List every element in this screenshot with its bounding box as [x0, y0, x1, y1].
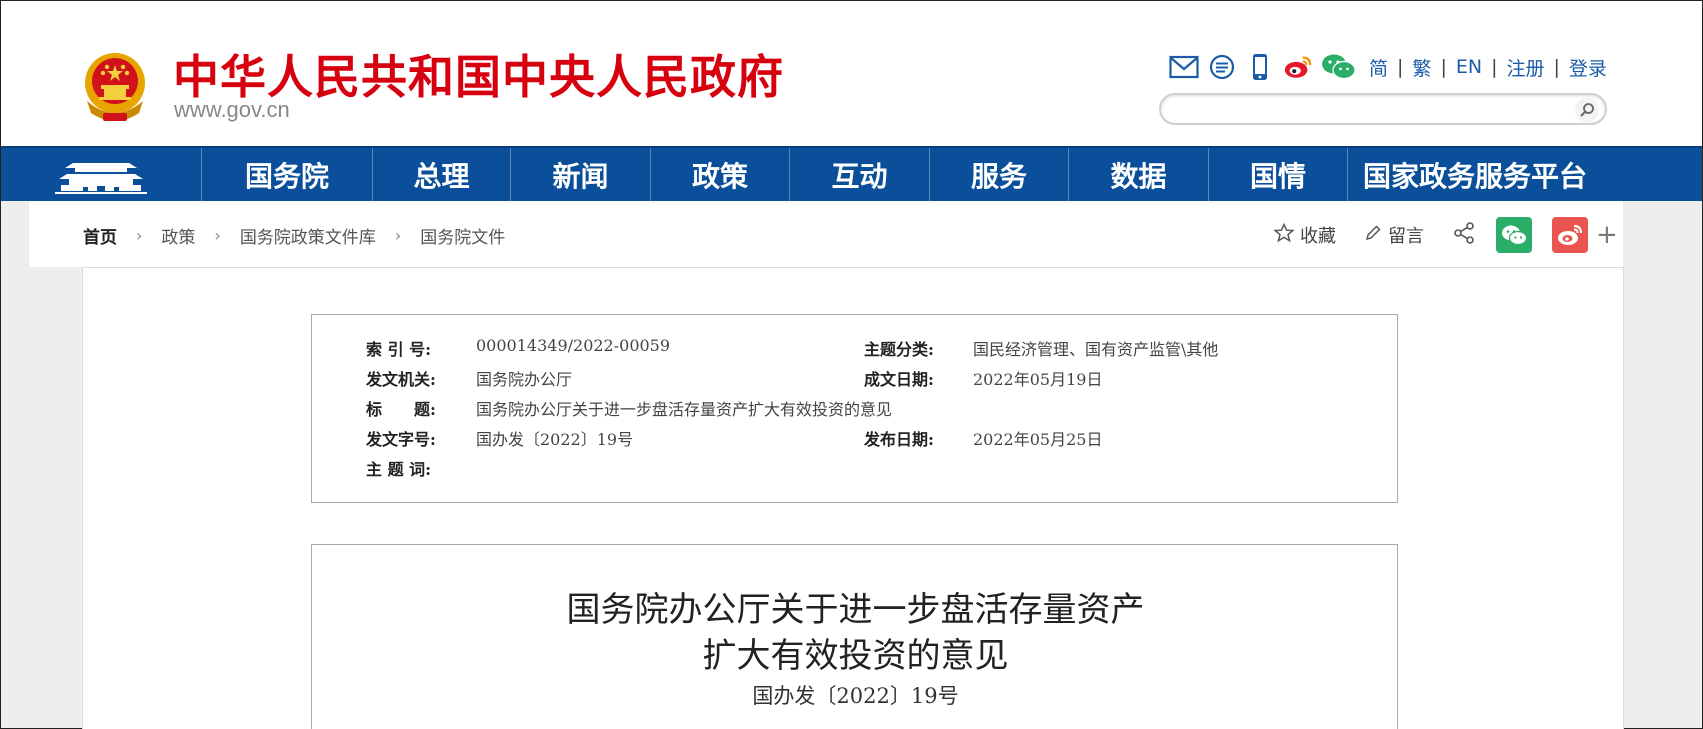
favorite-label: 收藏 [1300, 226, 1336, 247]
doc-number-label: 发文字号: [366, 430, 436, 449]
nav-item-services[interactable]: 服务 [930, 148, 1069, 201]
main-nav: 国务院 总理 新闻 政策 互动 服务 数据 国情 国家政务服务平台 [1, 146, 1702, 201]
nav-item-service-platform[interactable]: 国家政务服务平台 [1348, 148, 1602, 201]
breadcrumb: 首页 › 政策 › 国务院政策文件库 › 国务院文件 [83, 223, 505, 248]
issuer-value: 国务院办公厅 [476, 370, 573, 389]
weibo-share-icon[interactable] [1552, 217, 1588, 253]
login-link[interactable]: 登录 [1569, 54, 1607, 81]
nav-item-news[interactable]: 新闻 [511, 148, 651, 201]
favorite-button[interactable]: 收藏 [1273, 222, 1336, 248]
lang-english-link[interactable]: EN [1456, 56, 1482, 78]
lang-traditional-link[interactable]: 繁 [1412, 54, 1431, 81]
share-tools: 收藏 留言 + [1273, 217, 1618, 253]
category-label: 主题分类: [864, 340, 934, 359]
nav-item-national-info[interactable]: 国情 [1209, 148, 1348, 201]
keywords-label: 主 题 词: [366, 460, 432, 479]
message-icon[interactable] [1207, 52, 1237, 82]
breadcrumb-bar: 首页 › 政策 › 国务院政策文件库 › 国务院文件 收藏 留言 + [29, 201, 1623, 267]
site-url[interactable]: www.gov.cn [174, 97, 290, 123]
written-date-value: 2022年05月19日 [973, 370, 1103, 389]
document-body: 国务院办公厅关于进一步盘活存量资产 扩大有效投资的意见 国办发〔2022〕19号 [311, 544, 1398, 729]
nav-item-premier[interactable]: 总理 [373, 148, 511, 201]
site-header: 中华人民共和国中央人民政府 www.gov.cn 简 | 繁 | EN | 注册… [1, 1, 1702, 146]
register-link[interactable]: 注册 [1506, 54, 1544, 81]
comment-button[interactable]: 留言 [1364, 222, 1424, 248]
main-content: 索 引 号: 000014349/2022-00059 主题分类: 国民经济管理… [82, 267, 1624, 729]
nav-item-data[interactable]: 数据 [1069, 148, 1209, 201]
chevron-right-icon: › [136, 226, 143, 245]
search-icon[interactable] [1575, 98, 1599, 122]
nav-item-state-council[interactable]: 国务院 [202, 148, 373, 201]
top-tools: 简 | 繁 | EN | 注册 | 登录 [1169, 51, 1607, 83]
tiananmen-logo-icon[interactable] [1, 148, 202, 201]
index-label: 索 引 号: [366, 340, 432, 359]
chevron-right-icon: › [394, 226, 402, 245]
separator: | [1397, 56, 1404, 78]
chevron-right-icon: › [214, 226, 221, 245]
share-icon[interactable] [1452, 221, 1476, 250]
title-value: 国务院办公厅关于进一步盘活存量资产扩大有效投资的意见 [476, 400, 893, 419]
nav-items: 国务院 总理 新闻 政策 互动 服务 数据 国情 国家政务服务平台 [202, 148, 1602, 201]
nav-item-policy[interactable]: 政策 [651, 148, 790, 201]
breadcrumb-state-council-docs-link[interactable]: 国务院文件 [420, 223, 505, 248]
separator: | [1491, 56, 1498, 78]
publish-date-value: 2022年05月25日 [973, 430, 1103, 449]
lang-simplified-link[interactable]: 简 [1369, 54, 1388, 81]
comment-label: 留言 [1388, 226, 1424, 247]
category-value: 国民经济管理、国有资产监管\其他 [973, 340, 1219, 359]
breadcrumb-policy-library-link[interactable]: 国务院政策文件库 [240, 223, 376, 248]
breadcrumb-policy-link[interactable]: 政策 [161, 223, 195, 248]
document-title-line-2: 扩大有效投资的意见 [702, 636, 1009, 676]
document-title-line-1: 国务院办公厅关于进一步盘活存量资产 [566, 590, 1145, 630]
issuer-label: 发文机关: [366, 370, 436, 389]
weibo-icon[interactable] [1283, 52, 1313, 82]
pencil-icon [1364, 224, 1382, 247]
search-input[interactable] [1175, 99, 1555, 121]
mobile-icon[interactable] [1245, 52, 1275, 82]
wechat-share-icon[interactable] [1496, 217, 1532, 253]
document-title: 国务院办公厅关于进一步盘活存量资产 扩大有效投资的意见 [312, 587, 1399, 679]
mail-icon[interactable] [1169, 52, 1199, 82]
title-label: 标 题: [366, 400, 436, 419]
index-value: 000014349/2022-00059 [476, 336, 671, 355]
doc-number-value: 国办发〔2022〕19号 [476, 430, 634, 449]
search-box [1159, 93, 1607, 125]
separator: | [1440, 56, 1447, 78]
written-date-label: 成文日期: [864, 370, 934, 389]
document-metadata: 索 引 号: 000014349/2022-00059 主题分类: 国民经济管理… [311, 314, 1398, 503]
nav-item-interaction[interactable]: 互动 [790, 148, 930, 201]
wechat-icon[interactable] [1321, 52, 1357, 82]
document-number: 国办发〔2022〕19号 [752, 684, 959, 708]
national-emblem-icon[interactable] [81, 51, 149, 123]
separator: | [1553, 56, 1560, 78]
language-links: 简 | 繁 | EN | 注册 | 登录 [1369, 54, 1607, 81]
breadcrumb-home-link[interactable]: 首页 [83, 223, 117, 248]
star-icon [1273, 222, 1295, 248]
publish-date-label: 发布日期: [864, 430, 934, 449]
more-share-button[interactable]: + [1596, 222, 1618, 248]
